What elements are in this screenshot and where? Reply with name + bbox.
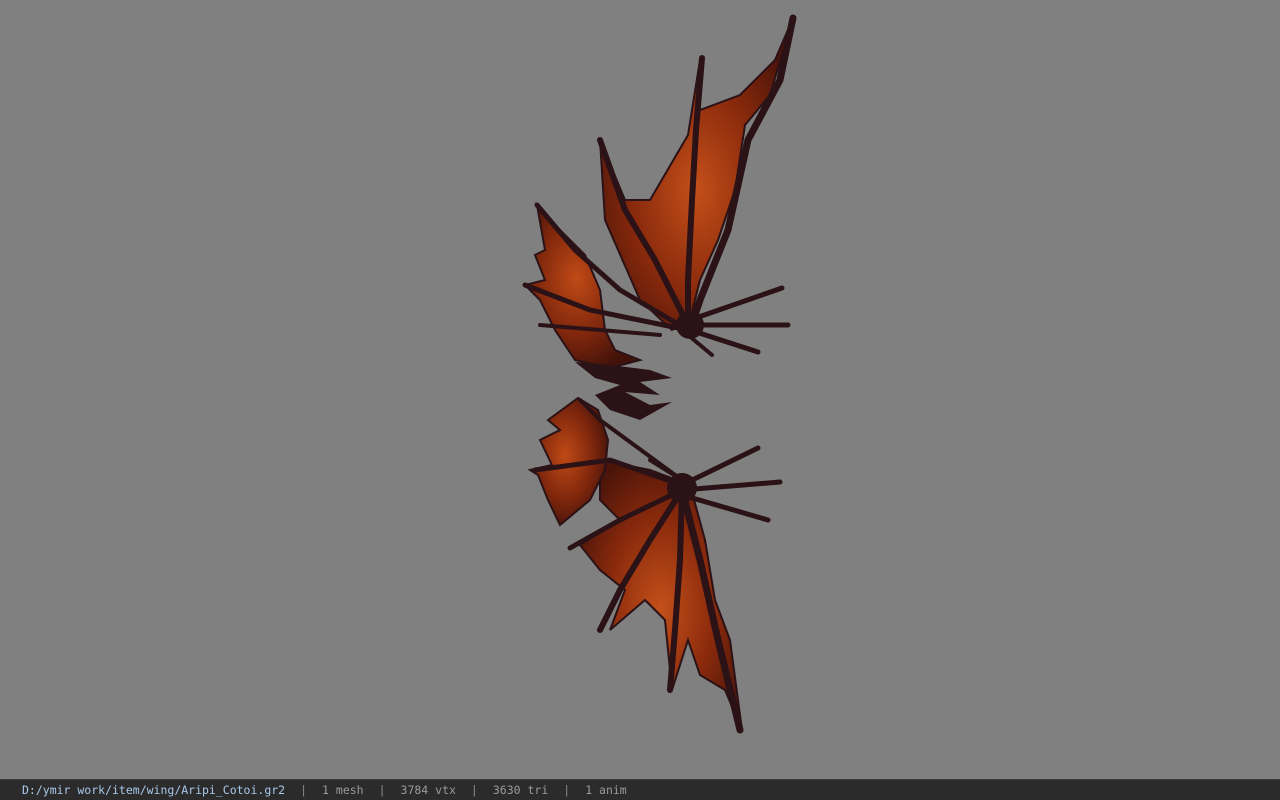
anim-count: 1 anim xyxy=(585,783,627,797)
separator: | xyxy=(563,783,571,797)
separator: | xyxy=(300,783,308,797)
mesh-count: 1 mesh xyxy=(322,783,364,797)
3d-viewport[interactable] xyxy=(0,0,1280,779)
separator: | xyxy=(470,783,478,797)
lower-wing xyxy=(527,396,783,734)
status-bar: D:/ymir work/item/wing/Aripi_Cotoi.gr2 |… xyxy=(0,779,1280,800)
vertex-count: 3784 vtx xyxy=(400,783,456,797)
separator: | xyxy=(378,783,386,797)
triangle-count: 3630 tri xyxy=(492,783,549,797)
file-path: D:/ymir work/item/wing/Aripi_Cotoi.gr2 xyxy=(22,783,286,797)
wing-model[interactable] xyxy=(0,0,1280,779)
upper-wing xyxy=(522,14,797,370)
